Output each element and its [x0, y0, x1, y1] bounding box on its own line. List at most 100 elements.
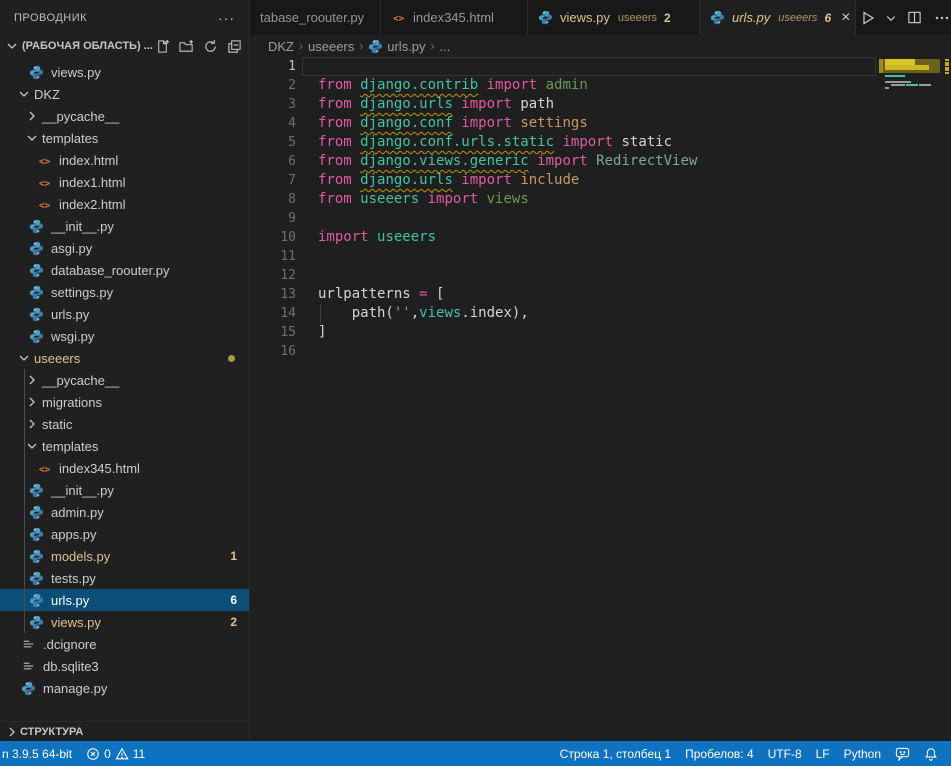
tree-file--dcignore[interactable]: .dcignore: [0, 633, 249, 655]
tree-file-settings-py[interactable]: settings.py: [0, 281, 249, 303]
tree-file-admin-py[interactable]: admin.py: [0, 501, 249, 523]
status-feedback[interactable]: [888, 741, 917, 766]
tab-urls-py[interactable]: urls.pyuseeers6×: [700, 0, 856, 35]
python-file-icon: [20, 680, 36, 696]
new-file-button[interactable]: [153, 37, 171, 55]
breadcrumb-item--[interactable]: ...: [440, 39, 451, 54]
code-line[interactable]: 8from useeers import views: [250, 190, 951, 209]
minimap-mark: [919, 84, 931, 86]
code-token: from: [318, 115, 360, 131]
code-line[interactable]: 15]: [250, 323, 951, 342]
svg-text:<>: <>: [38, 156, 50, 167]
code-editor[interactable]: 12from django.contrib import admin3from …: [250, 57, 951, 741]
tree-file-apps-py[interactable]: apps.py: [0, 523, 249, 545]
status-problems[interactable]: 011: [79, 741, 152, 766]
code-token: import: [453, 115, 520, 131]
code-line[interactable]: 12: [250, 266, 951, 285]
tree-file-models-py[interactable]: models.py1: [0, 545, 249, 567]
tab-tabase-roouter-py[interactable]: tabase_roouter.py: [250, 0, 381, 35]
tree-folder-useeers[interactable]: useeers: [0, 347, 249, 369]
file-tree[interactable]: views.pyDKZ__pycache__templates<>index.h…: [0, 57, 249, 699]
tree-file-database-roouter-py[interactable]: database_roouter.py: [0, 259, 249, 281]
tree-folder--pycache-[interactable]: __pycache__: [0, 105, 249, 127]
tree-file-index2-html[interactable]: <>index2.html: [0, 193, 249, 215]
tree-file-index1-html[interactable]: <>index1.html: [0, 171, 249, 193]
code-line[interactable]: 6from django.views.generic import Redire…: [250, 152, 951, 171]
tree-file-wsgi-py[interactable]: wsgi.py: [0, 325, 249, 347]
tab-views-py[interactable]: views.pyuseeers2: [528, 0, 700, 35]
bell-icon: [924, 747, 938, 761]
tree-folder--pycache-[interactable]: __pycache__: [0, 369, 249, 391]
run-dropdown-button[interactable]: [884, 6, 898, 30]
code-line[interactable]: 10import useeers: [250, 228, 951, 247]
tab-label: views.py: [560, 10, 610, 25]
code-line[interactable]: 5from django.conf.urls.static import sta…: [250, 133, 951, 152]
tree-file--init-py[interactable]: __init__.py: [0, 215, 249, 237]
code-token: settings: [520, 115, 587, 131]
tree-file-views-py[interactable]: views.py2: [0, 611, 249, 633]
tree-folder-static[interactable]: static: [0, 413, 249, 435]
code-line[interactable]: 9: [250, 209, 951, 228]
code-line[interactable]: 13urlpatterns = [: [250, 285, 951, 304]
run-button[interactable]: [856, 6, 880, 30]
tree-item-label: __pycache__: [42, 109, 119, 124]
breadcrumb-item-urls-py[interactable]: urls.py: [368, 39, 425, 54]
explorer-more-actions-icon[interactable]: ···: [218, 10, 235, 26]
code-line[interactable]: 16: [250, 342, 951, 361]
tree-file-asgi-py[interactable]: asgi.py: [0, 237, 249, 259]
code-token: import: [453, 172, 520, 188]
minimap[interactable]: [878, 57, 944, 741]
tab-index345-html[interactable]: <>index345.html: [381, 0, 528, 35]
tree-folder-migrations[interactable]: migrations: [0, 391, 249, 413]
collapse-all-button[interactable]: [225, 37, 243, 55]
code-line[interactable]: 3from django.urls import path: [250, 95, 951, 114]
more-actions-button[interactable]: [930, 6, 951, 30]
code-line[interactable]: 2from django.contrib import admin: [250, 76, 951, 95]
status-text: Python: [844, 747, 881, 761]
problems-count-badge: 1: [230, 549, 237, 563]
tree-folder-dkz[interactable]: DKZ: [0, 83, 249, 105]
code-line[interactable]: 4from django.conf import settings: [250, 114, 951, 133]
status-eol[interactable]: LF: [809, 741, 837, 766]
tree-file-views-py[interactable]: views.py: [0, 61, 249, 83]
workspace-section-header[interactable]: (РАБОЧАЯ ОБЛАСТЬ) ...: [0, 35, 249, 57]
warning-icon: [115, 747, 129, 761]
status-language-mode[interactable]: Python: [837, 741, 888, 766]
breadcrumb-item-useeers[interactable]: useeers: [308, 39, 354, 54]
status-encoding[interactable]: UTF-8: [761, 741, 809, 766]
tree-file-urls-py[interactable]: urls.py: [0, 303, 249, 325]
status-indentation[interactable]: Пробелов: 4: [678, 741, 761, 766]
code-line[interactable]: 7from django.urls import include: [250, 171, 951, 190]
tree-file-db-sqlite3[interactable]: db.sqlite3: [0, 655, 249, 677]
code-token: import: [318, 229, 377, 245]
status-notifications[interactable]: [917, 741, 945, 766]
line-number: 3: [250, 95, 296, 114]
split-editor-button[interactable]: [902, 6, 926, 30]
tree-file-index345-html[interactable]: <>index345.html: [0, 457, 249, 479]
python-file-icon: [28, 306, 44, 322]
refresh-button[interactable]: [201, 37, 219, 55]
tree-item-label: wsgi.py: [51, 329, 94, 344]
html-file-icon: <>: [36, 152, 52, 168]
new-folder-button[interactable]: [177, 37, 195, 55]
breadcrumb-item-dkz[interactable]: DKZ: [268, 39, 294, 54]
code-line[interactable]: 11: [250, 247, 951, 266]
tree-file-urls-py[interactable]: urls.py6: [0, 589, 249, 611]
code-text: from django.conf import settings: [318, 114, 588, 133]
outline-section-header[interactable]: СТРУКТУРА: [0, 721, 249, 741]
tree-file-index-html[interactable]: <>index.html: [0, 149, 249, 171]
document-icon: [20, 636, 36, 652]
status-cursor-position[interactable]: Строка 1, столбец 1: [553, 741, 678, 766]
close-icon[interactable]: ×: [841, 9, 850, 27]
tree-file-tests-py[interactable]: tests.py: [0, 567, 249, 589]
python-file-icon: [28, 64, 44, 80]
tree-folder-templates[interactable]: templates: [0, 435, 249, 457]
tree-folder-templates[interactable]: templates: [0, 127, 249, 149]
problems-count-badge: 6: [230, 593, 237, 607]
code-line[interactable]: 14 path('',views.index),: [250, 304, 951, 323]
status-python-interpreter[interactable]: n 3.9.5 64-bit: [0, 741, 79, 766]
tree-file-manage-py[interactable]: manage.py: [0, 677, 249, 699]
tree-file--init-py[interactable]: __init__.py: [0, 479, 249, 501]
code-token: urlpatterns: [318, 286, 419, 302]
modified-dot-badge: [228, 355, 235, 362]
